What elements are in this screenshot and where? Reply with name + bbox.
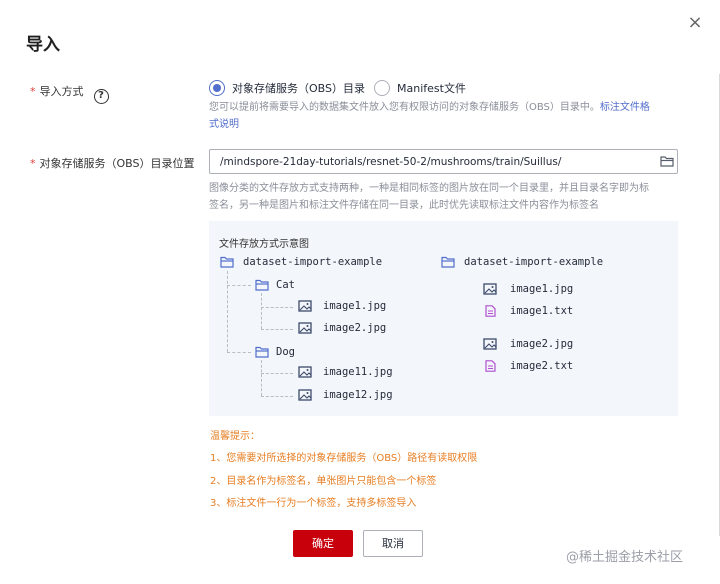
desc-line-1: 图像分类的文件存放方式支持两种，一种是相同标签的图片放在同一个目录里，并且目录名…	[209, 183, 649, 194]
tips-title: 温馨提示：	[210, 431, 260, 442]
annotation-format-link[interactable]: 标注文件格	[600, 102, 650, 113]
image-file-icon	[298, 322, 312, 334]
image-file-icon	[483, 283, 497, 295]
obs-path-input[interactable]	[209, 149, 678, 174]
folder-icon[interactable]	[660, 154, 674, 168]
left-root-folder: dataset-import-example	[243, 256, 383, 268]
tree-connector	[227, 285, 251, 286]
radio-obs-label: 对象存储服务（OBS）目录	[232, 82, 365, 95]
required-mark: *	[30, 85, 36, 98]
tree-connector	[227, 352, 251, 353]
watermark: @稀土掘金技术社区	[566, 550, 684, 565]
file-image12-jpg: image12.jpg	[323, 389, 393, 401]
tree-connector	[261, 373, 293, 374]
obs-location-label-row: * 对象存储服务（OBS）目录位置	[30, 155, 195, 171]
import-method-label: 导入方式	[39, 85, 84, 98]
file-image2-txt: image2.txt	[510, 360, 574, 372]
image-file-icon	[298, 300, 312, 312]
required-mark: *	[30, 157, 36, 170]
image-file-icon	[483, 338, 497, 350]
dialog-title: 导入	[26, 35, 60, 55]
tree-connector	[261, 293, 262, 329]
annotation-format-link-cont[interactable]: 式说明	[209, 119, 239, 130]
left-folder-dog: Dog	[276, 346, 295, 358]
import-method-label-row: * 导入方式?	[30, 83, 109, 104]
left-folder-cat: Cat	[276, 279, 295, 291]
close-icon[interactable]: ×	[686, 14, 704, 32]
tree-connector	[261, 360, 262, 396]
text-file-icon	[485, 360, 496, 372]
desc-line-2: 签名，另一种是图片和标注文件存储在同一目录，此时优先读取标注文件内容作为标签名	[209, 200, 599, 211]
text-file-icon	[485, 305, 496, 317]
image-file-icon	[298, 389, 312, 401]
radio-unselected-icon	[374, 80, 390, 96]
file-image2-jpg: image2.jpg	[510, 338, 574, 350]
tree-connector	[261, 396, 293, 397]
file-structure-example: 文件存放方式示意图 dataset-import-example Cat ima…	[209, 221, 678, 416]
tip-item-3: 3、标注文件一行为一个标签，支持多标签导入	[210, 498, 417, 509]
tree-connector	[261, 329, 293, 330]
tip-item-1: 1、您需要对所选择的对象存储服务（OBS）路径有读取权限	[210, 453, 478, 464]
import-dialog: 导入 × * 导入方式? 对象存储服务（OBS）目录 Manifest文件 您可以…	[0, 0, 720, 584]
cancel-button[interactable]: 取消	[363, 530, 423, 557]
import-method-hint: 您可以提前将需要导入的数据集文件放入您有权限访问的对象存储服务（OBS）目录中。…	[209, 99, 689, 133]
help-icon[interactable]: ?	[93, 89, 109, 104]
radio-obs-directory[interactable]: 对象存储服务（OBS）目录	[209, 80, 365, 96]
tree-connector	[261, 307, 293, 308]
obs-location-description: 图像分类的文件存放方式支持两种，一种是相同标签的图片放在同一个目录里，并且目录名…	[209, 180, 689, 214]
image-file-icon	[298, 366, 312, 378]
file-image1-jpg: image1.jpg	[323, 300, 387, 312]
file-image1-txt: image1.txt	[510, 305, 574, 317]
confirm-button[interactable]: 确定	[293, 530, 353, 557]
radio-manifest-label: Manifest文件	[397, 82, 466, 95]
file-image11-jpg: image11.jpg	[323, 366, 393, 378]
folder-icon	[220, 256, 234, 268]
file-image2-jpg: image2.jpg	[323, 322, 387, 334]
tip-item-2: 2、目录名作为标签名，单张图片只能包含一个标签	[210, 476, 437, 487]
hint-text: 您可以提前将需要导入的数据集文件放入您有权限访问的对象存储服务（OBS）目录中。	[209, 102, 600, 113]
file-image1-jpg: image1.jpg	[510, 283, 574, 295]
example-title: 文件存放方式示意图	[219, 239, 309, 250]
right-root-folder: dataset-import-example	[464, 256, 604, 268]
folder-icon	[255, 279, 269, 291]
folder-icon	[441, 256, 455, 268]
folder-icon	[255, 346, 269, 358]
tree-connector	[227, 271, 228, 352]
radio-selected-icon	[209, 80, 225, 96]
radio-manifest-file[interactable]: Manifest文件	[374, 80, 466, 96]
obs-location-label: 对象存储服务（OBS）目录位置	[39, 157, 195, 170]
